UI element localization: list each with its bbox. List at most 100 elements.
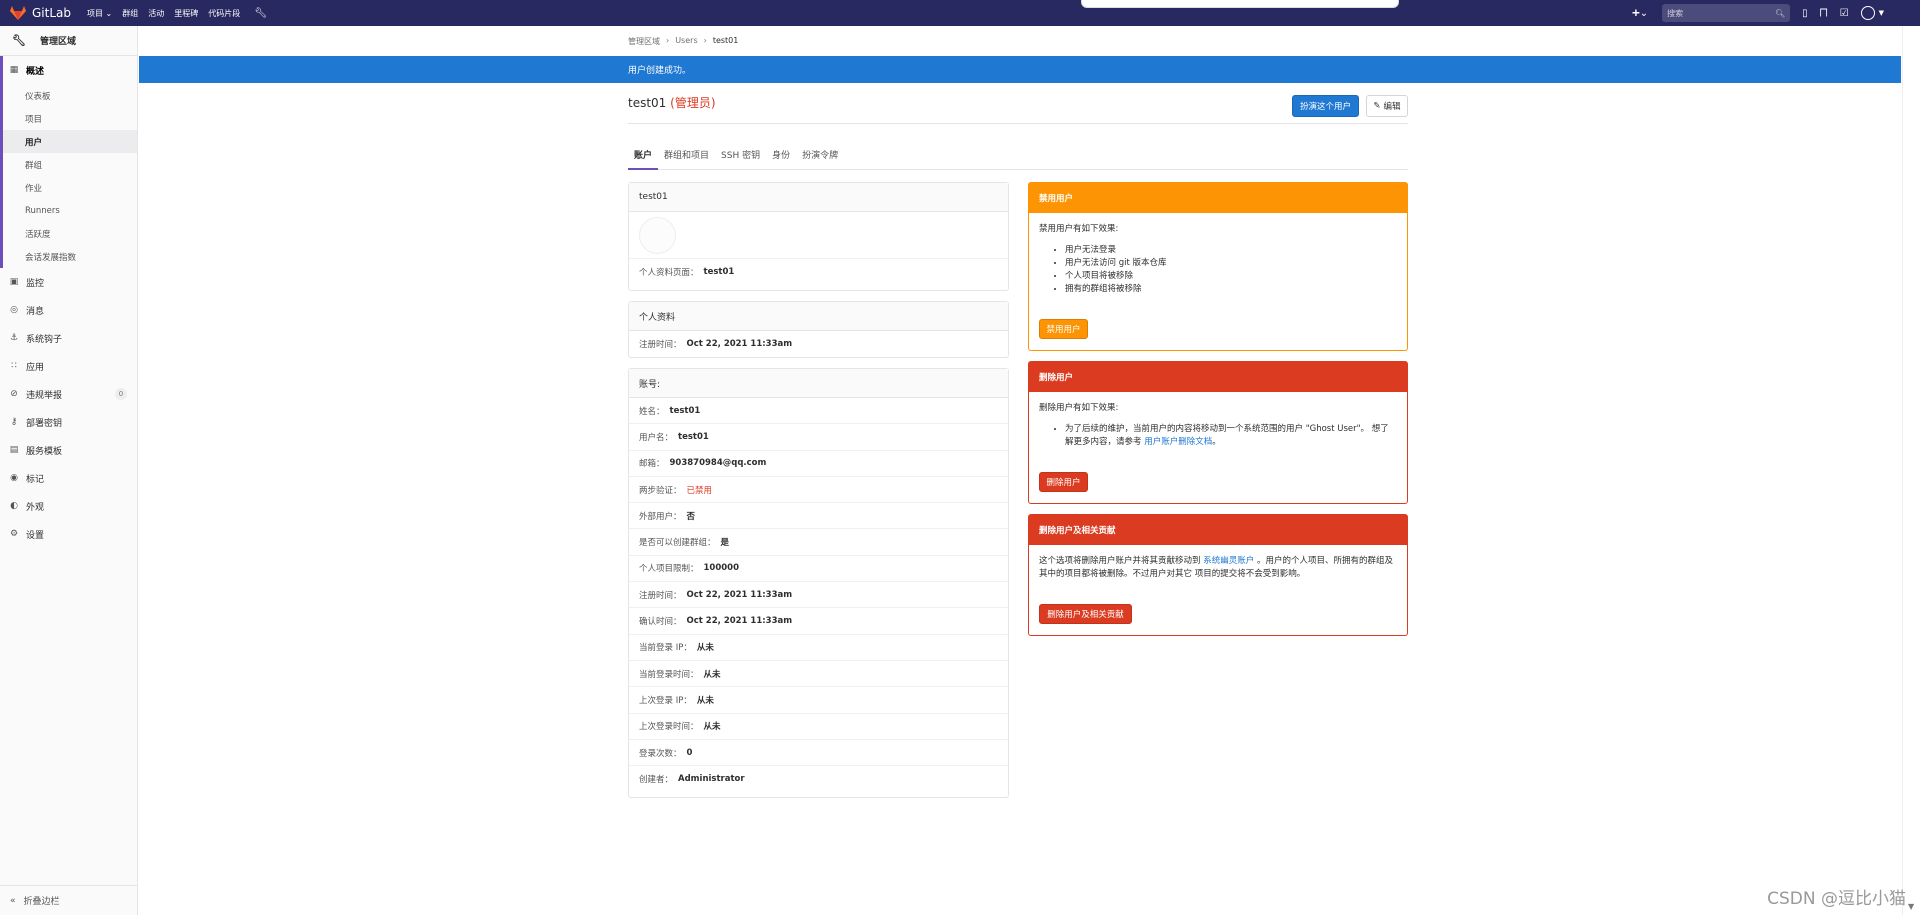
ghost-user-link[interactable]: 系统幽灵账户 [1203, 556, 1254, 566]
menu-snippets[interactable]: 代码片段 [208, 8, 240, 19]
sidebar-header[interactable]: 🔧︎ 管理区域 [0, 26, 137, 56]
sidebar-item-settings[interactable]: ⚙ 设置 [0, 520, 137, 548]
sidebar-subitem-projects[interactable]: 项目 [0, 107, 137, 130]
edit-label: 编辑 [1383, 102, 1401, 112]
list-item: 个人项目将被移除 [1065, 270, 1397, 283]
search-input[interactable]: 搜索 🔍︎ [1662, 4, 1791, 22]
delete-contrib-body: 这个选项将删除用户账户并将其贡献移动到 系统幽灵账户 。用户的个人项目、所拥有的… [1029, 545, 1407, 591]
tab-ssh-keys[interactable]: SSH 密钥 [715, 143, 766, 170]
impersonate-button[interactable]: 扮演这个用户 [1292, 95, 1359, 117]
field-label: 邮箱： [639, 459, 665, 470]
new-plus-icon[interactable]: ➕︎⌄ [1632, 8, 1648, 19]
page-scrollbar[interactable]: ▼ [1902, 26, 1920, 915]
field-label: 个人项目限制： [639, 564, 699, 575]
sidebar-subitem-activity[interactable]: 活跃度 [0, 222, 137, 245]
block-user-button[interactable]: 禁用用户 [1039, 319, 1088, 339]
table-row: 用户名： test01 [629, 424, 1008, 451]
sidebar-item-service-templates[interactable]: ▤ 服务模板 [0, 436, 137, 464]
scroll-down-icon[interactable]: ▼ [1908, 902, 1914, 911]
member-since-row: 注册时间： Oct 22, 2021 11:33am [629, 331, 1008, 357]
sidebar-subitem-groups[interactable]: 群组 [0, 153, 137, 176]
double-chevron-left-icon: « [10, 895, 16, 906]
brand-name: GitLab [32, 6, 71, 20]
table-row: 当前登录 IP： 从未 [629, 635, 1008, 661]
menu-groups[interactable]: 群组 [122, 8, 138, 19]
menu-milestones[interactable]: 里程碑 [174, 8, 198, 19]
field-label: 姓名： [639, 406, 665, 417]
collapse-label: 折叠边栏 [23, 897, 60, 907]
sidebar-subitem-jobs[interactable]: 作业 [0, 176, 137, 199]
top-navbar: GitLab 项目 ⌄ 群组 活动 里程碑 代码片段 🔧︎ ➕︎⌄ 搜索 🔍︎ … [0, 0, 1920, 26]
edit-button[interactable]: ✎ 编辑 [1366, 95, 1408, 117]
user-avatar-icon[interactable] [1860, 6, 1875, 20]
user-tabs: 账户 群组和项目 SSH 密钥 身份 扮演令牌 [628, 143, 1408, 170]
flash-message: 用户创建成功。 [628, 66, 692, 76]
sidebar-item-monitoring[interactable]: ▣ 监控 [0, 268, 137, 296]
breadcrumb-users[interactable]: Users [675, 36, 697, 47]
top-menu: 项目 ⌄ 群组 活动 里程碑 代码片段 [87, 8, 240, 19]
tab-groups-projects[interactable]: 群组和项目 [658, 143, 715, 170]
chevron-down-icon[interactable]: ▼ [1879, 9, 1884, 17]
issues-icon[interactable]: ▯ [1802, 8, 1808, 19]
field-value: 从未 [703, 669, 721, 680]
field-value: Administrator [678, 774, 745, 785]
tab-identities[interactable]: 身份 [766, 143, 796, 170]
sidebar-item-appearance[interactable]: ◐ 外观 [0, 492, 137, 520]
menu-activity[interactable]: 活动 [148, 8, 164, 19]
table-row: 是否可以创建群组： 是 [629, 529, 1008, 556]
table-row: 外部用户： 否 [629, 503, 1008, 530]
breadcrumb: 管理区域 › Users › test01 [628, 36, 738, 47]
merge-requests-icon[interactable]: ⨅ [1820, 8, 1828, 19]
breadcrumb-separator-icon: › [703, 36, 707, 45]
delete-effect-end: 。 [1212, 437, 1221, 447]
apps-icon: ∷ [11, 361, 17, 371]
sidebar-item-system-hooks[interactable]: ⚓ 系统钩子 [0, 324, 137, 352]
sidebar-subitem-devops-index[interactable]: 会话发展指数 [0, 245, 137, 268]
abuse-count-badge: 0 [115, 388, 127, 400]
label-icon: ◉ [10, 473, 18, 483]
sidebar-subitem-runners[interactable]: Runners [0, 199, 137, 222]
sidebar-item-abuse-reports[interactable]: ⊘ 违规举报 0 [0, 380, 137, 408]
user-avatar-image [639, 216, 676, 254]
table-row: 创建者： Administrator [629, 766, 1008, 792]
delete-contrib-panel: 删除用户及相关贡献 这个选项将删除用户账户并将其贡献移动到 系统幽灵账户 。用户… [1028, 514, 1408, 636]
delete-contrib-button[interactable]: 删除用户及相关贡献 [1039, 604, 1132, 624]
sidebar-subitem-users[interactable]: 用户 [0, 130, 137, 153]
sidebar-item-messages[interactable]: ◎ 消息 [0, 296, 137, 324]
sidebar-subitem-dashboard[interactable]: 仪表板 [0, 84, 137, 107]
search-placeholder: 搜索 [1667, 8, 1684, 18]
menu-projects[interactable]: 项目 ⌄ [87, 8, 112, 19]
profile-page-link[interactable]: test01 [704, 267, 735, 277]
avatar [629, 212, 1008, 259]
todos-icon[interactable]: ☑ [1840, 8, 1849, 19]
delete-contrib-text-pre: 这个选项将删除用户账户并将其贡献移动到 [1039, 556, 1201, 566]
sidebar-item-label: 系统钩子 [26, 334, 63, 345]
delete-docs-link[interactable]: 用户账户删除文档 [1144, 437, 1212, 447]
table-row: 两步验证： 已禁用 [629, 477, 1008, 504]
tab-impersonation-tokens[interactable]: 扮演令牌 [796, 143, 844, 170]
breadcrumb-admin[interactable]: 管理区域 [628, 36, 660, 47]
sidebar-item-label: 违规举报 [26, 390, 63, 401]
profile-page-label: 个人资料页面： [639, 268, 699, 279]
sidebar-item-labels[interactable]: ◉ 标记 [0, 464, 137, 492]
gitlab-logo[interactable]: GitLab [10, 6, 71, 20]
field-value: 从未 [696, 643, 714, 654]
member-since-label: 注册时间： [639, 340, 682, 351]
delete-user-title: 删除用户 [1029, 362, 1407, 392]
key-icon: ⚷ [10, 417, 18, 427]
collapse-sidebar-button[interactable]: « 折叠边栏 [0, 885, 138, 915]
table-row: 上次登录时间： 从未 [629, 714, 1008, 740]
admin-wrench-icon[interactable]: 🔧︎ [254, 8, 267, 19]
overview-grid-icon: ▦ [9, 65, 19, 75]
table-row: 注册时间： Oct 22, 2021 11:33am [629, 582, 1008, 609]
sidebar-item-deploy-keys[interactable]: ⚷ 部署密钥 [0, 408, 137, 436]
sidebar-item-overview[interactable]: ▦ 概述 [0, 56, 137, 84]
broadcast-icon: ◎ [10, 305, 18, 315]
sidebar-item-label: 部署密钥 [26, 418, 63, 429]
breadcrumb-current[interactable]: test01 [713, 36, 739, 47]
sidebar-item-applications[interactable]: ∷ 应用 [0, 352, 137, 380]
tab-account[interactable]: 账户 [628, 143, 659, 170]
sidebar-header-label: 管理区域 [39, 37, 76, 47]
delete-user-button[interactable]: 删除用户 [1039, 472, 1088, 492]
search-icon: 🔍︎ [1774, 8, 1786, 18]
